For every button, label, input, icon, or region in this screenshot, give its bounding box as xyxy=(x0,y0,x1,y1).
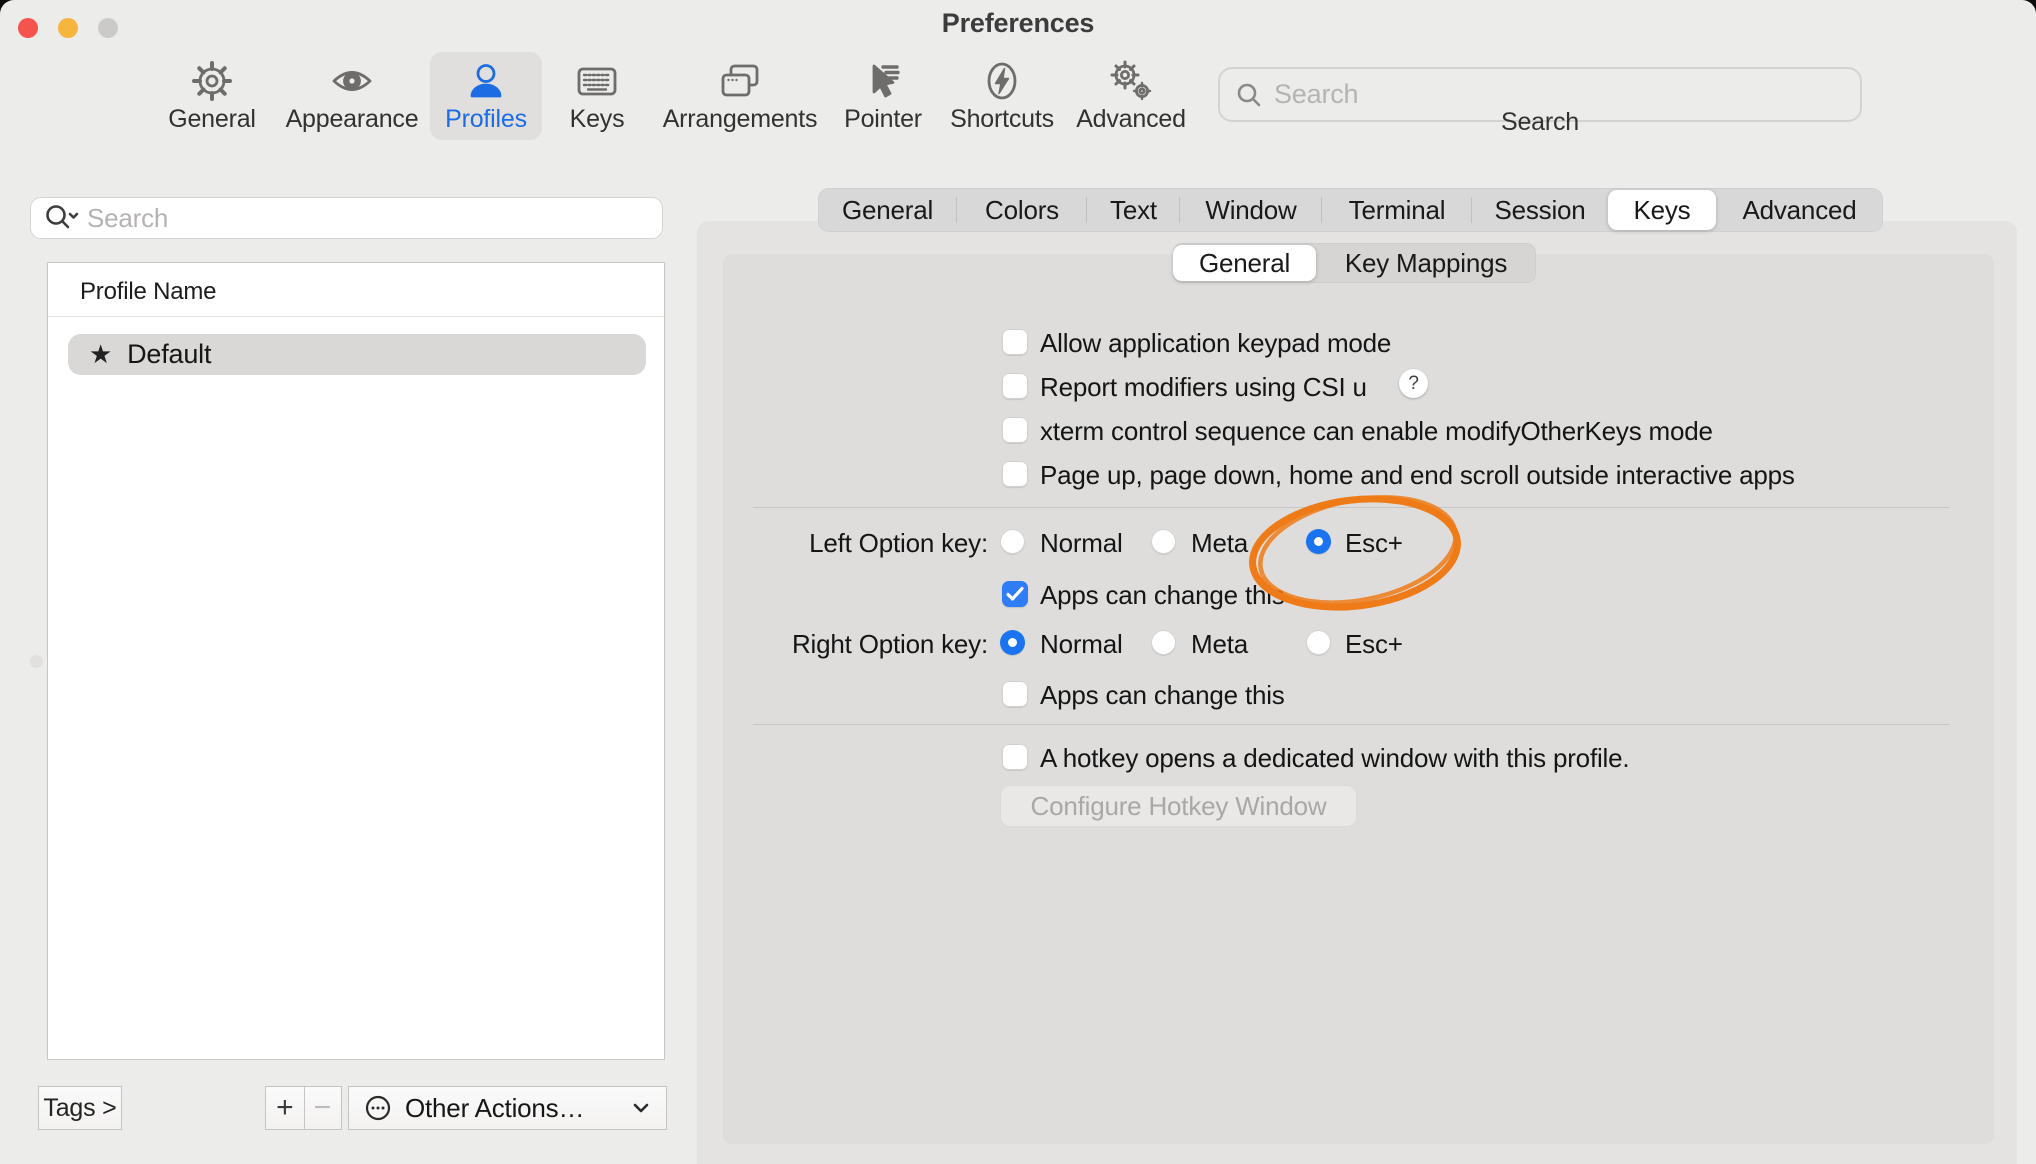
other-actions-dropdown[interactable]: Other Actions… xyxy=(348,1086,667,1130)
left-option-label: Left Option key: xyxy=(690,528,988,559)
checkbox-left-apps-can-change[interactable] xyxy=(1002,581,1028,607)
checkbox-modify-other-keys[interactable] xyxy=(1002,417,1028,443)
row-keypad-mode: Allow application keypad mode xyxy=(0,328,2036,356)
window-title: Preferences xyxy=(0,8,2036,39)
subtab-key-mappings[interactable]: Key Mappings xyxy=(1316,243,1536,283)
row-left-apps-can-change: Apps can change this xyxy=(0,580,2036,608)
button-divider xyxy=(304,1087,306,1129)
add-profile-button[interactable]: + xyxy=(266,1091,304,1125)
checkbox-label: Allow application keypad mode xyxy=(1040,328,1391,359)
checkbox-hotkey-window[interactable] xyxy=(1002,744,1028,770)
person-icon xyxy=(464,59,508,103)
header-divider xyxy=(48,316,664,317)
radio-right-meta[interactable] xyxy=(1151,630,1176,655)
radio-left-meta[interactable] xyxy=(1151,529,1176,554)
toolbar-item-arrangements[interactable]: Arrangements xyxy=(660,52,820,140)
tab-keys[interactable]: Keys xyxy=(1608,190,1716,230)
preferences-window: Preferences General Appearance Profiles … xyxy=(0,0,2036,1164)
toolbar-item-advanced[interactable]: Advanced xyxy=(1071,52,1191,140)
configure-hotkey-window-button[interactable]: Configure Hotkey Window xyxy=(1000,785,1357,827)
row-left-option-key: Left Option key: Normal Meta Esc+ xyxy=(0,528,2036,556)
row-hotkey: A hotkey opens a dedicated window with t… xyxy=(0,743,2036,771)
checkbox-label: Report modifiers using CSI u xyxy=(1040,372,1367,403)
row-right-apps-can-change: Apps can change this xyxy=(0,680,2036,708)
toolbar-label-search: Search xyxy=(1218,108,1862,137)
radio-right-esc[interactable] xyxy=(1306,630,1331,655)
radio-label: Meta xyxy=(1191,629,1248,660)
remove-profile-button[interactable]: − xyxy=(304,1091,342,1125)
checkbox-right-apps-can-change[interactable] xyxy=(1002,681,1028,707)
tab-session[interactable]: Session xyxy=(1472,188,1608,232)
toolbar-label-keys: Keys xyxy=(570,105,625,134)
lightning-icon xyxy=(980,59,1024,103)
toolbar-item-pointer[interactable]: Pointer xyxy=(833,52,933,140)
profile-tabbar: General Colors Text Window Terminal Sess… xyxy=(818,188,1883,232)
search-icon xyxy=(1234,80,1264,110)
row-modify-other-keys: xterm control sequence can enable modify… xyxy=(0,416,2036,444)
radio-left-normal[interactable] xyxy=(1000,529,1025,554)
tab-window[interactable]: Window xyxy=(1180,188,1322,232)
toolbar-item-appearance[interactable]: Appearance xyxy=(282,52,422,140)
radio-label: Normal xyxy=(1040,528,1123,559)
toolbar-item-shortcuts[interactable]: Shortcuts xyxy=(942,52,1062,140)
cursor-icon xyxy=(861,59,905,103)
check-icon xyxy=(1005,585,1025,603)
toolbar-label-pointer: Pointer xyxy=(844,105,922,134)
add-remove-group: + − xyxy=(265,1086,342,1130)
tab-colors[interactable]: Colors xyxy=(957,188,1087,232)
gears-icon xyxy=(1109,59,1153,103)
tab-text[interactable]: Text xyxy=(1087,188,1180,232)
toolbar-item-general[interactable]: General xyxy=(162,52,262,140)
keyboard-icon xyxy=(575,59,619,103)
tags-button[interactable]: Tags > xyxy=(38,1086,122,1130)
eye-icon xyxy=(330,59,374,103)
tab-advanced[interactable]: Advanced xyxy=(1716,188,1883,232)
windows-icon xyxy=(718,59,762,103)
gear-icon xyxy=(190,59,234,103)
row-scroll-outside: Page up, page down, home and end scroll … xyxy=(0,460,2036,488)
toolbar-item-keys[interactable]: Keys xyxy=(557,52,637,140)
row-right-option-key: Right Option key: Normal Meta Esc+ xyxy=(0,629,2036,657)
radio-right-normal[interactable] xyxy=(1000,630,1025,655)
toolbar-label-arrangements: Arrangements xyxy=(663,105,818,134)
toolbar-label-profiles: Profiles xyxy=(445,105,527,134)
profile-list-header: Profile Name xyxy=(80,278,216,306)
right-option-label: Right Option key: xyxy=(690,629,988,660)
tab-terminal[interactable]: Terminal xyxy=(1322,188,1472,232)
checkbox-keypad-mode[interactable] xyxy=(1002,329,1028,355)
annotation-ellipse xyxy=(1238,486,1474,622)
help-button[interactable]: ? xyxy=(1399,369,1428,398)
other-actions-label: Other Actions… xyxy=(405,1093,584,1124)
profile-search-placeholder: Search xyxy=(87,203,168,234)
row-csi-u: Report modifiers using CSI u xyxy=(0,372,2036,400)
subtab-general[interactable]: General xyxy=(1173,245,1316,281)
checkbox-csi-u[interactable] xyxy=(1002,373,1028,399)
toolbar-label-general: General xyxy=(168,105,256,134)
checkbox-scroll-outside[interactable] xyxy=(1002,461,1028,487)
circle-ellipsis-icon xyxy=(363,1093,393,1123)
toolbar-label-shortcuts: Shortcuts xyxy=(950,105,1054,134)
keys-subtabbar: General Key Mappings xyxy=(1173,243,1536,283)
toolbar-item-profiles[interactable]: Profiles xyxy=(430,52,542,140)
checkbox-label: xterm control sequence can enable modify… xyxy=(1040,416,1713,447)
search-filter-icon xyxy=(43,202,79,234)
chevron-down-icon xyxy=(632,1102,650,1114)
tags-button-label: Tags > xyxy=(43,1094,116,1123)
radio-label: Esc+ xyxy=(1345,629,1403,660)
section-divider xyxy=(753,724,1949,725)
toolbar-search-placeholder: Search xyxy=(1274,79,1358,110)
checkbox-label: A hotkey opens a dedicated window with t… xyxy=(1040,743,1629,774)
tab-general[interactable]: General xyxy=(818,188,957,232)
toolbar-label-appearance: Appearance xyxy=(286,105,419,134)
toolbar-label-advanced: Advanced xyxy=(1076,105,1186,134)
checkbox-label: Apps can change this xyxy=(1040,680,1285,711)
radio-label: Normal xyxy=(1040,629,1123,660)
profile-search-input[interactable]: Search xyxy=(30,197,663,239)
